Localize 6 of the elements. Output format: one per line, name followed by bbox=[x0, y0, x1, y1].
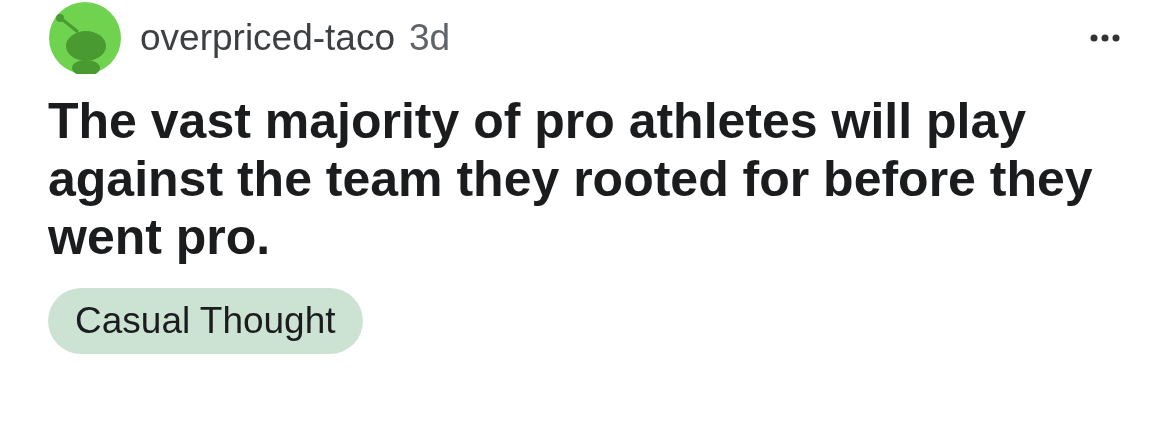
post-age: 3d bbox=[409, 16, 451, 61]
more-options-icon[interactable] bbox=[1090, 34, 1120, 42]
avatar-icon[interactable] bbox=[48, 2, 122, 74]
post-title: The vast majority of pro athletes will play against the team they rooted for before they went pro. bbox=[48, 92, 1094, 266]
username[interactable]: overpriced-taco bbox=[140, 10, 395, 66]
flair-tag[interactable]: Casual Thought bbox=[48, 288, 363, 354]
